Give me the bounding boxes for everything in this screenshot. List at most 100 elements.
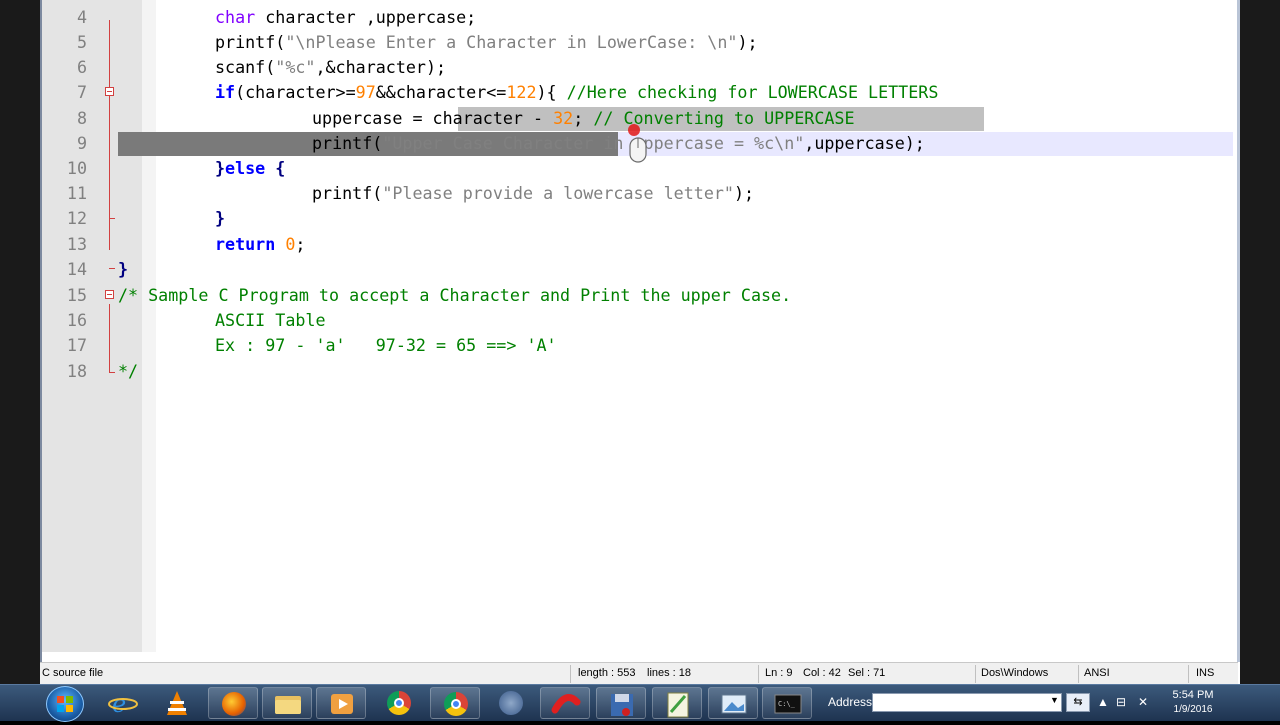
code-line: 4 char character ,uppercase; [40, 5, 1235, 30]
code-token: if [215, 82, 236, 102]
line-number: 7 [76, 82, 87, 102]
volume-icon[interactable]: ✕ [1138, 695, 1148, 709]
status-divider [570, 665, 571, 683]
file-type-label: C source file [42, 667, 104, 679]
code-token: ,uppercase); [804, 133, 925, 153]
insert-mode: INS [1196, 667, 1215, 679]
code-token: uppercase = character - [312, 108, 554, 128]
line-number: 12 [66, 208, 87, 228]
cursor-line: Ln : 9 [765, 667, 793, 679]
taskbar-chrome-button-2[interactable] [430, 687, 480, 719]
code-line: 16 ASCII Table [40, 308, 1235, 333]
window-frame-left [40, 0, 42, 662]
code-token: ; [573, 108, 594, 128]
code-comment: */ [118, 361, 139, 381]
code-comment: ASCII Table [215, 310, 326, 330]
taskbar-notepad-plus-plus-button[interactable] [652, 687, 702, 719]
fold-toggle-icon[interactable] [105, 87, 114, 96]
line-number: 14 [66, 259, 87, 279]
taskbar-picture-button[interactable] [708, 687, 758, 719]
code-token: character ,uppercase; [255, 7, 477, 27]
notepad-plus-plus-window: 4 char character ,uppercase; 5 printf("\… [40, 0, 1240, 720]
line-number: 16 [66, 310, 87, 330]
code-token: 0 [275, 234, 296, 254]
code-token: "Please provide a lowercase letter" [382, 183, 734, 203]
code-line: 7 if(character>=97&&character<=122){ //H… [40, 80, 1235, 105]
line-number: 10 [66, 158, 87, 178]
line-number: 6 [76, 57, 87, 77]
code-line: 12 } [40, 206, 1235, 231]
line-number: 5 [76, 32, 87, 52]
code-token: } [215, 208, 226, 228]
taskbar-chrome-canary-button[interactable] [486, 687, 536, 719]
document-lines: lines : 18 [647, 667, 692, 679]
clock-time[interactable]: 5:54 PM [1168, 689, 1218, 701]
code-token: printf( [312, 183, 383, 203]
code-token: printf( [312, 133, 383, 153]
code-token: (character>= [235, 82, 356, 102]
notepad-plus-plus-icon [667, 692, 689, 718]
media-icon [331, 694, 353, 714]
chevron-down-icon[interactable]: ▼ [1050, 695, 1059, 705]
taskbar-ie-button[interactable]: e [98, 687, 148, 719]
address-go-button[interactable]: ⇆ [1066, 693, 1090, 712]
windows-logo-icon [57, 696, 73, 712]
code-token: else [225, 158, 266, 178]
go-arrow-icon: ⇆ [1073, 696, 1083, 708]
code-token: ){ [536, 82, 567, 102]
taskbar-explorer-button[interactable] [262, 687, 312, 719]
picture-icon [721, 694, 747, 714]
tray-expand-icon[interactable]: ▲ [1097, 695, 1109, 709]
taskbar-chrome-button[interactable] [374, 687, 424, 719]
code-comment: //Here checking for LOWERCASE LETTERS [566, 82, 939, 102]
address-input[interactable] [872, 693, 1062, 712]
code-token: } [215, 158, 226, 178]
network-icon[interactable]: ⊟ [1116, 695, 1126, 709]
code-token: &&character<= [375, 82, 507, 102]
magnet-icon [551, 694, 581, 714]
code-token: scanf( [215, 57, 276, 77]
code-token: 122 [506, 82, 537, 102]
code-token: } [118, 259, 129, 279]
code-comment: /* Sample C Program to accept a Characte… [118, 285, 792, 305]
selection-length: Sel : 71 [848, 667, 886, 679]
windows-taskbar: e C:\_ Address ▼ ⇆ ▲ ⊟ ✕ 5:54 PM 1/9/201… [0, 684, 1280, 722]
code-line: 17 Ex : 97 - 'a' 97-32 = 65 ==> 'A' [40, 333, 1235, 358]
chrome-canary-icon [499, 691, 523, 715]
taskbar-magnet-button[interactable] [540, 687, 590, 719]
status-divider [1188, 665, 1189, 683]
chrome-icon [444, 692, 468, 716]
code-line: 15 /* Sample C Program to accept a Chara… [40, 283, 1235, 308]
taskbar-cmd-button[interactable]: C:\_ [762, 687, 812, 719]
taskbar-media-button[interactable] [316, 687, 366, 719]
desktop-left-edge [0, 0, 40, 720]
address-toolbar-label: Address [828, 695, 873, 709]
code-line: 11 printf("Please provide a lowercase le… [40, 181, 1235, 206]
mouse-cursor-icon [628, 124, 647, 163]
start-button[interactable] [46, 686, 84, 722]
line-number: 4 [76, 7, 87, 27]
clock-date[interactable]: 1/9/2016 [1164, 704, 1222, 715]
code-token: return [215, 234, 276, 254]
code-line: 18 */ [40, 359, 1235, 384]
svg-text:C:\_: C:\_ [778, 700, 796, 708]
taskbar-firefox-button[interactable] [208, 687, 258, 719]
fold-toggle-icon[interactable] [105, 290, 114, 299]
taskbar-save-button[interactable] [596, 687, 646, 719]
svg-text:e: e [112, 690, 126, 718]
code-line: 14 } [40, 257, 1235, 282]
code-comment: Ex : 97 - 'a' 97-32 = 65 ==> 'A' [215, 335, 557, 355]
code-token: "Upper Case Character in uppercase = %c\… [382, 133, 805, 153]
code-token: printf( [215, 32, 286, 52]
code-token: { [265, 158, 286, 178]
code-token: ); [737, 32, 758, 52]
file-explorer-icon [275, 696, 301, 714]
status-divider [758, 665, 759, 683]
taskbar-vlc-button[interactable] [152, 687, 202, 719]
line-number: 18 [66, 361, 87, 381]
code-line: 13 return 0; [40, 232, 1235, 257]
encoding-label: ANSI [1084, 667, 1110, 679]
code-editor[interactable]: 4 char character ,uppercase; 5 printf("\… [40, 0, 1238, 652]
line-number: 9 [76, 133, 87, 153]
status-bar: C source file length : 553 lines : 18 Ln… [40, 662, 1238, 685]
